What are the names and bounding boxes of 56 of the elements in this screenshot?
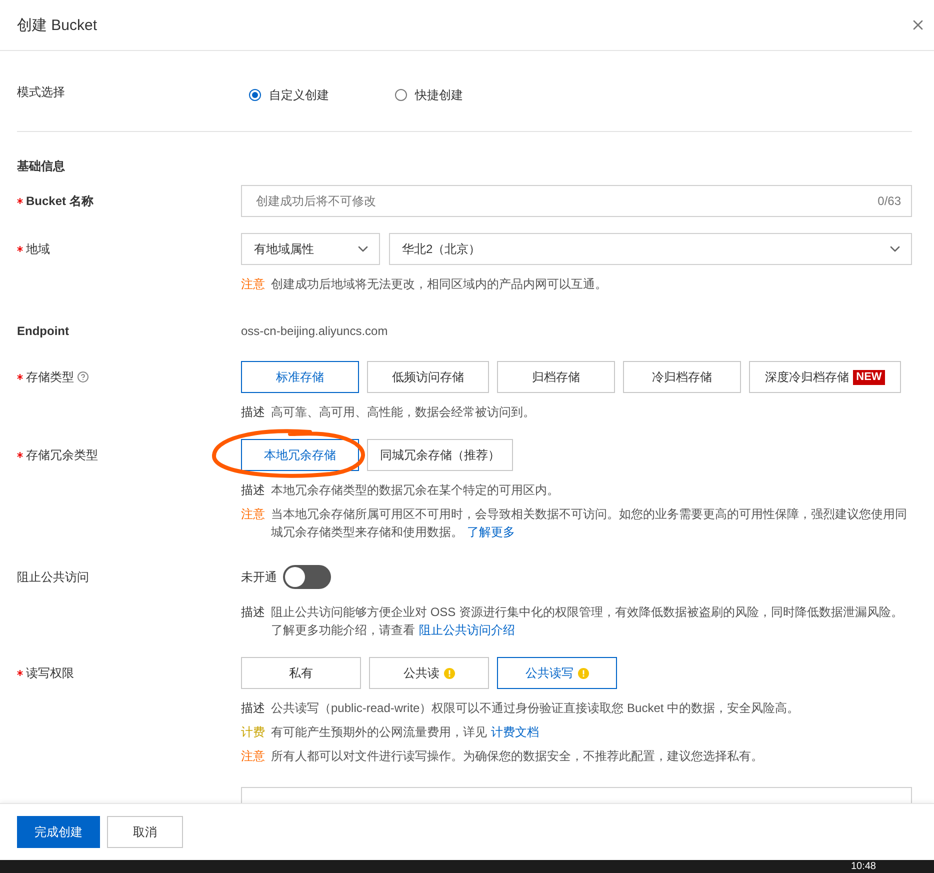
note-text: 有可能产生预期外的公网流量费用，详见 计费文档 xyxy=(271,724,539,741)
taskbar-clock: 10:48 xyxy=(850,860,876,873)
note-text: 所有人都可以对文件进行读写操作。为确保您的数据安全，不推荐此配置，建议您选择私有。 xyxy=(271,748,763,765)
toggle-switch[interactable] xyxy=(283,565,331,589)
note-text: 本地冗余存储类型的数据冗余在某个特定的可用区内。 xyxy=(271,482,559,499)
radio-icon[interactable] xyxy=(395,89,407,101)
field-label: Bucket 名称 xyxy=(26,192,94,210)
radio-option[interactable]: 快捷创建 xyxy=(395,86,463,104)
name-input-text[interactable]: 创建成功后将不可修改 xyxy=(254,193,878,209)
option-button[interactable]: 归档存储 xyxy=(497,361,615,393)
note-tag: 描述 xyxy=(241,403,265,421)
help-icon[interactable] xyxy=(77,371,89,383)
note-tag: 描述 xyxy=(241,603,265,639)
char-counter: 0/63 xyxy=(878,194,901,208)
note-link[interactable]: 阻止公共访问介绍 xyxy=(419,623,515,637)
option-button[interactable]: 冷归档存储 xyxy=(623,361,741,393)
option-button[interactable]: 同城冗余存储（推荐） xyxy=(367,439,513,471)
field-label: 阻止公共访问 xyxy=(17,568,89,586)
option-button[interactable]: 公共读 xyxy=(369,657,489,689)
note-tag: 描述 xyxy=(241,699,265,717)
option-button[interactable]: 低频访问存储 xyxy=(367,361,489,393)
option-button[interactable]: 本地冗余存储 xyxy=(241,439,359,471)
name-input[interactable]: 创建成功后将不可修改 0/63 xyxy=(241,185,912,217)
field-label: Endpoint xyxy=(17,324,69,338)
toggle-status: 未开通 xyxy=(241,568,277,586)
note-link[interactable]: 了解更多 xyxy=(467,525,515,539)
dialog-title: 创建 Bucket xyxy=(17,16,98,34)
option-button[interactable]: 标准存储 xyxy=(241,361,359,393)
option-button[interactable]: 深度冷归档存储 NEW xyxy=(749,361,901,393)
note-text: 当本地冗余存储所属可用区不可用时，会导致相关数据不可访问。如您的业务需要更高的可用性保障，强烈建议您使用同城冗余存储类型来存储和使用数据。 了解更多 xyxy=(271,506,908,541)
note-tag: 描述 xyxy=(241,481,265,499)
note-text: 阻止公共访问能够方便企业对 OSS 资源进行集中化的权限管理，有效降低数据被盗刷的风险，同时降低数据泄漏风险。了解更多功能介绍，请查看 阻止公共访问介绍 xyxy=(271,604,904,639)
create-button[interactable]: 完成创建 xyxy=(17,816,100,848)
new-badge: NEW xyxy=(853,370,885,384)
region-select[interactable]: 有地域属性 xyxy=(241,233,380,265)
endpoint-value: oss-cn-beijing.aliyuncs.com xyxy=(241,323,389,340)
note-tag: 注意 xyxy=(241,747,265,765)
region-select[interactable]: 华北2（北京） xyxy=(389,233,912,265)
option-button[interactable]: 私有 xyxy=(241,657,361,689)
field-label: 地域 xyxy=(26,240,50,258)
cancel-button[interactable]: 取消 xyxy=(107,816,183,848)
field-label: 模式选择 xyxy=(17,84,65,100)
note-tag: 计费 xyxy=(241,723,265,741)
field-label: 存储冗余类型 xyxy=(26,446,98,464)
option-button[interactable]: 公共读写 xyxy=(497,657,617,689)
note-tag: 注意 xyxy=(241,275,265,293)
note-text: 高可靠、高可用、高性能，数据会经常被访问到。 xyxy=(271,404,535,421)
note-tag: 注意 xyxy=(241,505,265,541)
field-label: 存储类型 xyxy=(26,368,74,386)
section-title: 基础信息 xyxy=(17,158,66,175)
note-text: 创建成功后地域将无法更改，相同区域内的产品内网可以互通。 xyxy=(271,276,607,293)
radio-icon[interactable] xyxy=(249,89,261,101)
note-link[interactable]: 计费文档 xyxy=(491,725,539,739)
note-text: 公共读写（public-read-write）权限可以不通过身份验证直接读取您 Bucket 中的数据，安全风险高。 xyxy=(271,700,800,717)
radio-option[interactable]: 自定义创建 xyxy=(249,86,329,104)
field-label: 读写权限 xyxy=(26,664,74,682)
